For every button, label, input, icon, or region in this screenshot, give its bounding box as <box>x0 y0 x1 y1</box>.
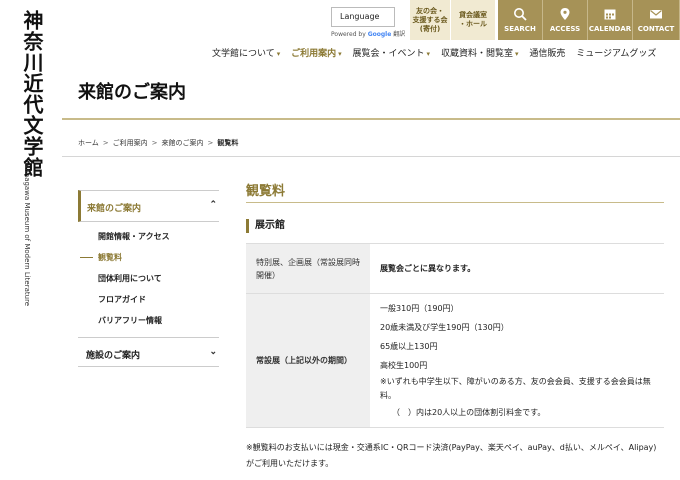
chevron-down-icon: ▾ <box>338 49 342 58</box>
price-students: 20歳未満及び学生190円（130円） <box>380 323 509 332</box>
breadcrumb-visit[interactable]: 来館のご案内 <box>162 139 204 147</box>
breadcrumb-guide[interactable]: ご利用案内 <box>113 139 148 147</box>
calendar-button[interactable]: CALENDAR <box>588 0 633 40</box>
payment-footnote: ※観覧料のお支払いには現金・交通系IC・QRコード決済(PayPay、楽天ペイ、… <box>246 443 657 468</box>
row-value: 展覧会ごとに異なります。 <box>370 243 664 294</box>
price-seniors: 65歳以上130円 <box>380 342 438 351</box>
main-content: 観覧料 展示館 特別展、企画展（常設展同時開催） 展覧会ごとに異なります。 常設… <box>246 180 664 472</box>
row-value: 一般310円（190円） 20歳未満及び学生190円（130円） 65歳以上13… <box>370 293 664 428</box>
chevron-down-icon: ▾ <box>514 50 519 58</box>
search-icon <box>514 8 527 21</box>
row-label: 常設展（上記以外の期間） <box>246 293 370 428</box>
breadcrumb-current: 観覧料 <box>217 139 239 147</box>
sidebar-item-barrier-free[interactable]: バリアフリー情報 <box>78 310 219 331</box>
group-discount-note: （ ）内は20人以上の団体割引料金です。 <box>392 408 546 417</box>
nav-guide[interactable]: ご利用案内 ▾ <box>291 46 342 59</box>
chevron-right-icon: > <box>102 139 109 147</box>
chevron-down-icon: ▾ <box>276 50 281 58</box>
page-title: 来館のご案内 <box>78 82 186 103</box>
friends-association-button[interactable]: 友の会・ 支援する会 (寄付) <box>410 0 451 40</box>
breadcrumb-divider <box>62 156 680 157</box>
search-button[interactable]: SEARCH <box>498 0 543 40</box>
nav-museum-goods[interactable]: ミュージアムグッズ <box>576 46 656 59</box>
page-title-band: 来館のご案内 <box>62 66 680 118</box>
logo-subtitle: Kanagawa Museum of Modern Literature <box>23 164 31 307</box>
table-row: 特別展、企画展（常設展同時開催） 展覧会ごとに異なります。 <box>246 243 664 294</box>
contact-button[interactable]: CONTACT <box>633 0 680 40</box>
chevron-up-icon: ⌃ <box>209 200 217 210</box>
free-admission-note: ※いずれも中学生以下、障がいのある方、友の会会員、支援する会会員は無料。 <box>380 377 651 400</box>
chevron-right-icon: > <box>151 139 158 147</box>
table-row: 常設展（上記以外の期間） 一般310円（190円） 20歳未満及び学生190円（… <box>246 293 664 428</box>
logo-title: 神奈川近代文学館 <box>20 10 44 178</box>
row-label: 特別展、企画展（常設展同時開催） <box>246 243 370 294</box>
sidebar-section-visit[interactable]: 来館のご案内 ⌃ <box>78 190 219 222</box>
global-nav: 文学館について ▾ ご利用案内 ▾ 展覧会・イベント ▾ 収蔵資料・閲覧室 ▾ 通信販売… <box>212 46 664 59</box>
nav-exhibitions[interactable]: 展覧会・イベント ▾ <box>353 46 431 59</box>
rental-room-button[interactable]: 貸会議室 ・ホール <box>451 0 496 40</box>
sidebar-section-facilities[interactable]: 施設のご案内 ⌄ <box>78 337 219 367</box>
mail-icon <box>650 10 662 19</box>
price-highschool: 高校生100円 <box>380 361 428 370</box>
breadcrumb-home[interactable]: ホーム <box>78 139 99 147</box>
chevron-right-icon: > <box>207 139 214 147</box>
sidebar: 来館のご案内 ⌃ 開館情報・アクセス 観覧料 団体利用について フロアガイド バ… <box>78 190 219 367</box>
calendar-icon <box>604 9 616 20</box>
sidebar-item-groups[interactable]: 団体利用について <box>78 268 219 289</box>
title-divider <box>62 118 680 120</box>
admission-fee-table: 特別展、企画展（常設展同時開催） 展覧会ごとに異なります。 常設展（上記以外の期… <box>246 243 664 428</box>
sidebar-item-hours-access[interactable]: 開館情報・アクセス <box>78 226 219 247</box>
google-translate-credit: Powered by Google 翻訳 <box>331 31 406 38</box>
sidebar-item-admission[interactable]: 観覧料 <box>78 247 219 268</box>
subsection-title: 展示館 <box>246 219 664 233</box>
nav-collections[interactable]: 収蔵資料・閲覧室 ▾ <box>441 46 519 59</box>
sidebar-item-floor-guide[interactable]: フロアガイド <box>78 289 219 310</box>
chevron-down-icon: ⌄ <box>209 347 217 357</box>
language-select[interactable]: Language <box>331 7 395 27</box>
nav-about[interactable]: 文学館について ▾ <box>212 46 280 59</box>
price-general: 一般310円（190円） <box>380 304 459 313</box>
access-button[interactable]: ACCESS <box>543 0 588 40</box>
site-logo[interactable]: 神奈川近代文学館 Kanagawa Museum of Modern Liter… <box>0 0 62 480</box>
location-pin-icon <box>560 8 570 20</box>
chevron-down-icon: ▾ <box>426 50 431 58</box>
breadcrumb: ホーム > ご利用案内 > 来館のご案内 > 観覧料 <box>78 138 238 148</box>
section-title: 観覧料 <box>246 180 664 203</box>
nav-mail-order[interactable]: 通信販売 <box>529 46 565 59</box>
